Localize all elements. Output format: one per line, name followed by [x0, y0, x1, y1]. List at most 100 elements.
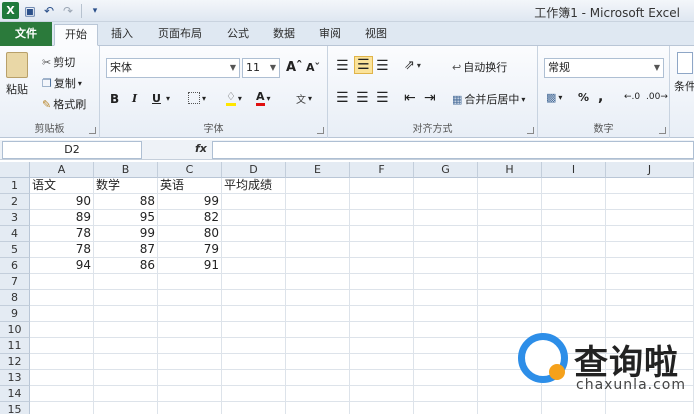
align-right-button[interactable]: ☰ — [376, 90, 389, 106]
cell-b11[interactable] — [94, 338, 158, 354]
cell-h5[interactable] — [478, 242, 542, 258]
cell-i9[interactable] — [542, 306, 606, 322]
cell-g7[interactable] — [414, 274, 478, 290]
cell-f3[interactable] — [350, 210, 414, 226]
cell-d9[interactable] — [222, 306, 286, 322]
column-header-f[interactable]: F — [350, 162, 414, 178]
cell-i1[interactable] — [542, 178, 606, 194]
cell-j3[interactable] — [606, 210, 694, 226]
underline-button[interactable]: U — [152, 92, 161, 105]
bold-button[interactable]: B — [110, 92, 119, 106]
cell-i8[interactable] — [542, 290, 606, 306]
number-format-select[interactable]: 常规 ▼ — [544, 58, 664, 78]
alignment-launcher-icon[interactable] — [527, 127, 534, 134]
cell-b3[interactable]: 95 — [94, 210, 158, 226]
tab-file[interactable]: 文件 — [0, 22, 52, 46]
cell-c5[interactable]: 79 — [158, 242, 222, 258]
cell-a1[interactable]: 语文 — [30, 178, 94, 194]
cell-d6[interactable] — [222, 258, 286, 274]
cell-d1[interactable]: 平均成绩 — [222, 178, 286, 194]
tab-formulas[interactable]: 公式 — [218, 24, 258, 46]
paste-button[interactable]: 粘贴 — [6, 52, 28, 97]
merge-center-button[interactable]: ▦ 合并后居中 ▾ — [452, 91, 525, 107]
font-name-select[interactable]: 宋体 ▼ — [106, 58, 240, 78]
cell-g4[interactable] — [414, 226, 478, 242]
cell-f9[interactable] — [350, 306, 414, 322]
cell-d10[interactable] — [222, 322, 286, 338]
cell-c10[interactable] — [158, 322, 222, 338]
row-header-5[interactable]: 5 — [0, 242, 30, 258]
row-header-4[interactable]: 4 — [0, 226, 30, 242]
cell-a14[interactable] — [30, 386, 94, 402]
tab-home[interactable]: 开始 — [54, 24, 98, 46]
cell-e4[interactable] — [286, 226, 350, 242]
font-size-select[interactable]: 11 ▼ — [242, 58, 280, 78]
cell-f5[interactable] — [350, 242, 414, 258]
cell-i5[interactable] — [542, 242, 606, 258]
comma-button[interactable]: , — [598, 89, 603, 105]
cell-g9[interactable] — [414, 306, 478, 322]
cell-j7[interactable] — [606, 274, 694, 290]
fill-color-button[interactable]: ♢ ▾ — [226, 91, 242, 106]
cell-e6[interactable] — [286, 258, 350, 274]
row-header-3[interactable]: 3 — [0, 210, 30, 226]
cell-g1[interactable] — [414, 178, 478, 194]
cell-b10[interactable] — [94, 322, 158, 338]
undo-icon[interactable]: ↶ — [41, 3, 57, 19]
cell-j1[interactable] — [606, 178, 694, 194]
number-launcher-icon[interactable] — [659, 127, 666, 134]
underline-dropdown[interactable]: ▾ — [166, 94, 170, 103]
row-header-8[interactable]: 8 — [0, 290, 30, 306]
increase-decimal-button[interactable]: ←.0 — [624, 92, 640, 102]
customize-qat-icon[interactable]: ▾ — [87, 3, 103, 19]
column-header-d[interactable]: D — [222, 162, 286, 178]
cell-i6[interactable] — [542, 258, 606, 274]
cell-i7[interactable] — [542, 274, 606, 290]
column-header-c[interactable]: C — [158, 162, 222, 178]
clipboard-launcher-icon[interactable] — [89, 127, 96, 134]
cell-j15[interactable] — [606, 402, 694, 414]
row-header-6[interactable]: 6 — [0, 258, 30, 274]
cell-d12[interactable] — [222, 354, 286, 370]
font-launcher-icon[interactable] — [317, 127, 324, 134]
cell-b7[interactable] — [94, 274, 158, 290]
select-all-corner[interactable] — [0, 162, 30, 178]
cell-a10[interactable] — [30, 322, 94, 338]
cell-d15[interactable] — [222, 402, 286, 414]
cell-g5[interactable] — [414, 242, 478, 258]
cell-a5[interactable]: 78 — [30, 242, 94, 258]
cell-g15[interactable] — [414, 402, 478, 414]
grow-font-button[interactable]: Aˆ — [286, 60, 303, 75]
cell-d4[interactable] — [222, 226, 286, 242]
borders-button[interactable]: ▾ — [188, 92, 206, 104]
cell-b13[interactable] — [94, 370, 158, 386]
tab-insert[interactable]: 插入 — [102, 24, 142, 46]
tab-page-layout[interactable]: 页面布局 — [150, 24, 210, 46]
cell-e9[interactable] — [286, 306, 350, 322]
cell-g10[interactable] — [414, 322, 478, 338]
currency-button[interactable]: ▩ ▾ — [546, 91, 562, 104]
cell-c12[interactable] — [158, 354, 222, 370]
cell-h4[interactable] — [478, 226, 542, 242]
column-header-j[interactable]: J — [606, 162, 694, 178]
align-top-button[interactable]: ☰ — [336, 58, 349, 74]
cell-g12[interactable] — [414, 354, 478, 370]
format-painter-button[interactable]: ✎ 格式刷 — [42, 96, 86, 112]
conditional-format-button[interactable]: 条件 — [674, 52, 694, 94]
cell-b8[interactable] — [94, 290, 158, 306]
column-header-a[interactable]: A — [30, 162, 94, 178]
cell-c11[interactable] — [158, 338, 222, 354]
decrease-indent-button[interactable]: ⇤ — [404, 90, 416, 106]
tab-view[interactable]: 视图 — [356, 24, 396, 46]
cell-c6[interactable]: 91 — [158, 258, 222, 274]
cell-e1[interactable] — [286, 178, 350, 194]
cell-e3[interactable] — [286, 210, 350, 226]
cell-a13[interactable] — [30, 370, 94, 386]
cell-e11[interactable] — [286, 338, 350, 354]
cell-d2[interactable] — [222, 194, 286, 210]
align-bottom-button[interactable]: ☰ — [376, 58, 389, 74]
cell-c2[interactable]: 99 — [158, 194, 222, 210]
formula-input[interactable] — [212, 141, 694, 159]
cell-h15[interactable] — [478, 402, 542, 414]
cell-b1[interactable]: 数学 — [94, 178, 158, 194]
